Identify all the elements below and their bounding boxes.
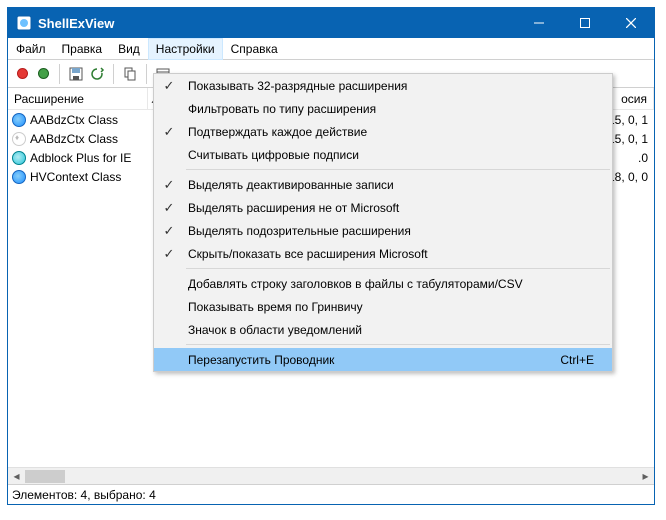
column-name[interactable]: Расширение [8,88,148,109]
check-icon: ✓ [154,200,184,216]
scroll-left-arrow[interactable]: ◂ [8,468,25,485]
options-menu-popup: ✓ Показывать 32-разрядные расширения Фил… [153,73,613,372]
extension-icon [12,151,26,165]
check-icon: ✓ [154,78,184,94]
menu-item-hide-ms[interactable]: ✓ Скрыть/показать все расширения Microso… [154,242,612,265]
maximize-button[interactable] [562,8,608,38]
app-icon [16,15,32,31]
toolbar-separator [113,64,114,84]
menu-item-add-header-csv[interactable]: Добавлять строку заголовков в файлы с та… [154,272,612,295]
save-button[interactable] [68,66,84,82]
check-icon: ✓ [154,223,184,239]
item-name: HVContext Class [30,170,121,184]
menu-item-highlight-disabled[interactable]: ✓ Выделять деактивированные записи [154,173,612,196]
extension-icon [12,170,26,184]
extension-icon [12,132,26,146]
record-green-button[interactable] [35,66,51,82]
scroll-track[interactable] [25,468,637,485]
menu-help[interactable]: Справка [223,38,286,60]
item-name: Adblock Plus for IE [30,151,131,165]
menu-item-show-32bit[interactable]: ✓ Показывать 32-разрядные расширения [154,74,612,97]
item-name: AABdzCtx Class [30,113,118,127]
extension-icon [12,113,26,127]
window-title: ShellExView [38,16,516,31]
toolbar-separator [146,64,147,84]
menu-view[interactable]: Вид [110,38,148,60]
menu-item-filter-type[interactable]: Фильтровать по типу расширения [154,97,612,120]
menu-separator [186,169,610,170]
record-red-button[interactable] [14,66,30,82]
menu-separator [186,268,610,269]
menu-accelerator: Ctrl+E [560,353,612,367]
red-dot-icon [17,68,28,79]
menu-file[interactable]: Файл [8,38,54,60]
menu-item-restart-explorer[interactable]: Перезапустить Проводник Ctrl+E [154,348,612,371]
minimize-button[interactable] [516,8,562,38]
status-text: Элементов: 4, выбрано: 4 [12,488,156,502]
check-icon: ✓ [154,124,184,140]
green-dot-icon [38,68,49,79]
copy-button[interactable] [122,66,138,82]
refresh-button[interactable] [89,66,105,82]
toolbar-separator [59,64,60,84]
horizontal-scrollbar[interactable]: ◂ ▸ [8,467,654,484]
menubar: Файл Правка Вид Настройки Справка [8,38,654,60]
menu-item-confirm-action[interactable]: ✓ Подтверждать каждое действие [154,120,612,143]
item-name: AABdzCtx Class [30,132,118,146]
menu-item-gmt-time[interactable]: Показывать время по Гринвичу [154,295,612,318]
menu-options[interactable]: Настройки [148,38,223,60]
menu-item-highlight-suspicious[interactable]: ✓ Выделять подозрительные расширения [154,219,612,242]
menu-separator [186,344,610,345]
menu-item-highlight-nonms[interactable]: ✓ Выделять расширения не от Microsoft [154,196,612,219]
menu-item-read-signatures[interactable]: Считывать цифровые подписи [154,143,612,166]
check-icon: ✓ [154,177,184,193]
menu-item-tray-icon[interactable]: Значок в области уведомлений [154,318,612,341]
scroll-thumb[interactable] [25,470,65,483]
titlebar[interactable]: ShellExView [8,8,654,38]
scroll-right-arrow[interactable]: ▸ [637,468,654,485]
menu-edit[interactable]: Правка [54,38,111,60]
status-bar: Элементов: 4, выбрано: 4 [8,484,654,504]
close-button[interactable] [608,8,654,38]
check-icon: ✓ [154,246,184,262]
